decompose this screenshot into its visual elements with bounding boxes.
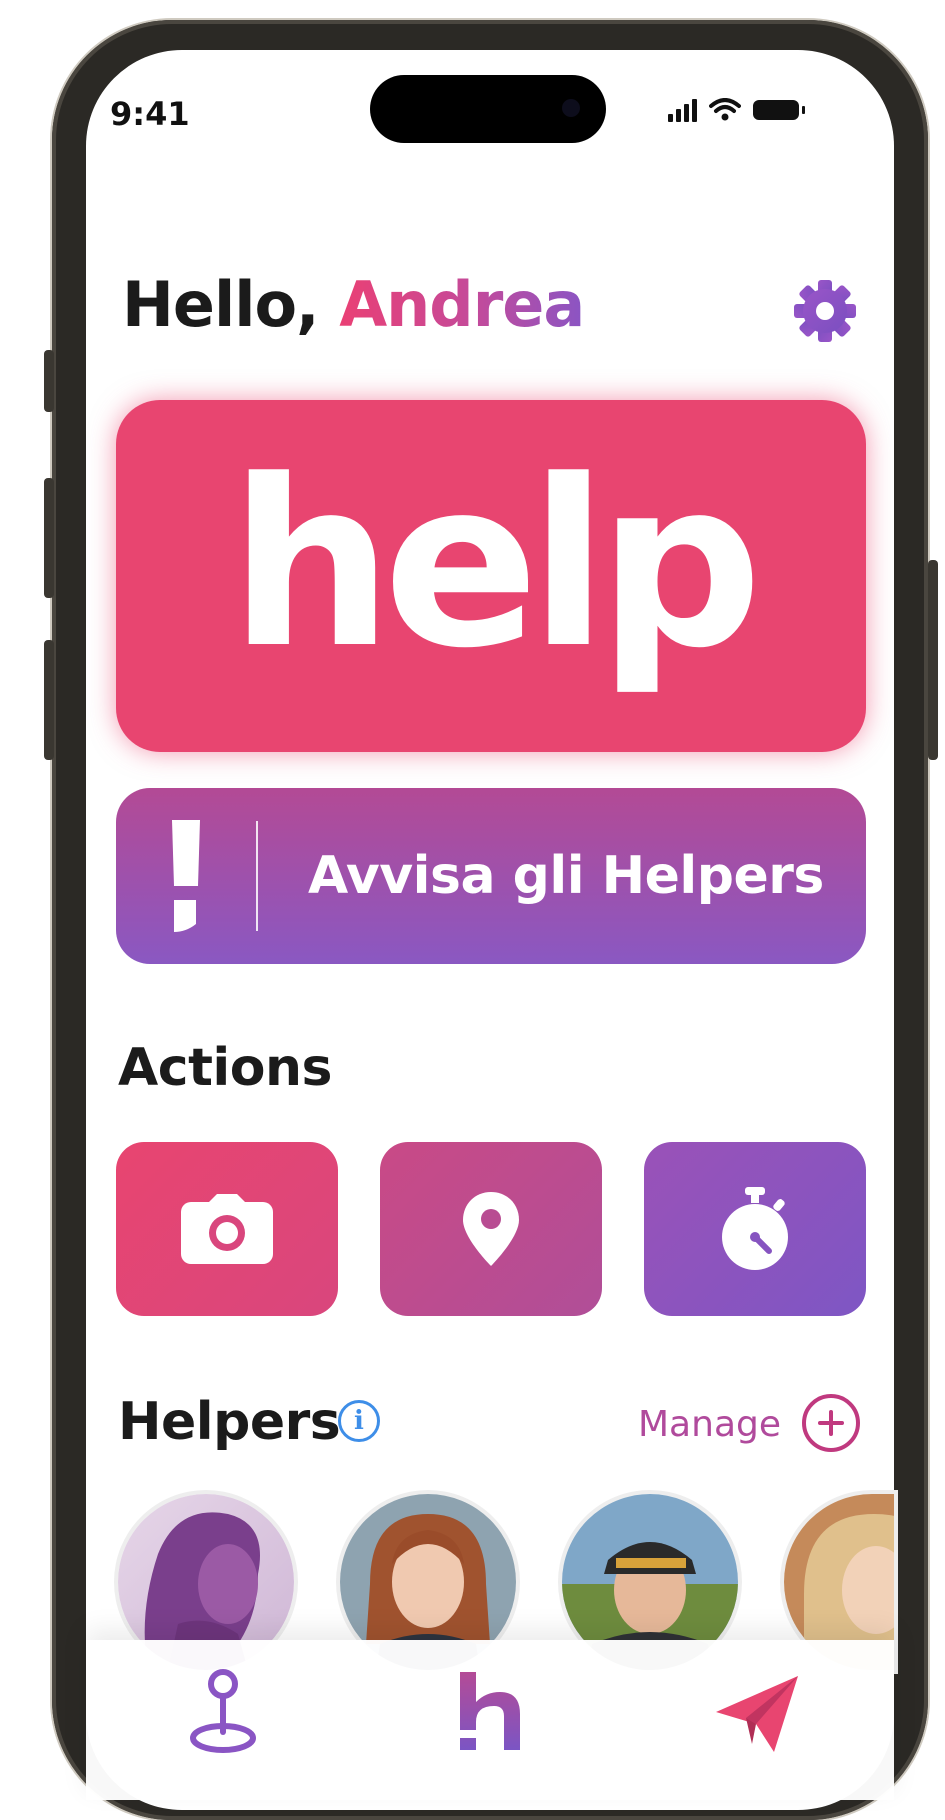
info-icon[interactable]: i [338,1400,380,1442]
add-helper-button[interactable] [802,1394,860,1452]
helpers-title: Helpers [118,1392,341,1452]
action-button [44,350,54,412]
location-pin-icon [463,1192,519,1266]
help-label: help [229,432,762,699]
camera-action-button[interactable] [116,1142,338,1316]
wifi-icon [709,98,741,121]
manage-link[interactable]: Manage [638,1404,781,1445]
h-logo-icon [460,1672,520,1750]
actions-title: Actions [118,1038,332,1098]
cellular-signal-icon [668,98,697,122]
alert-helpers-button[interactable]: Avvisa gli Helpers [116,788,866,964]
volume-up-button [44,478,54,598]
user-name: Andrea [339,268,585,341]
paper-plane-icon [716,1676,798,1752]
tab-map[interactable] [178,1668,268,1758]
power-button [928,560,938,760]
settings-button[interactable] [792,278,858,344]
volume-down-button [44,640,54,760]
location-action-button[interactable] [380,1142,602,1316]
tab-messages[interactable] [712,1668,802,1758]
alert-divider [256,821,258,931]
stopwatch-icon [722,1187,788,1270]
dynamic-island [370,75,606,143]
map-pin-icon [190,1669,256,1753]
exclamation-icon [116,788,256,964]
battery-icon [753,100,805,120]
greeting-title: Hello, Andrea [122,268,585,341]
timer-action-button[interactable] [644,1142,866,1316]
status-time: 9:41 [110,95,190,133]
camera-icon [181,1194,273,1264]
status-icons [668,98,805,122]
alert-helpers-label: Avvisa gli Helpers [308,846,824,906]
tab-home[interactable] [446,1668,536,1758]
greeting-prefix: Hello, [122,268,340,341]
gear-icon [794,280,856,342]
front-camera-icon [562,99,580,117]
help-button[interactable]: help [116,400,866,752]
